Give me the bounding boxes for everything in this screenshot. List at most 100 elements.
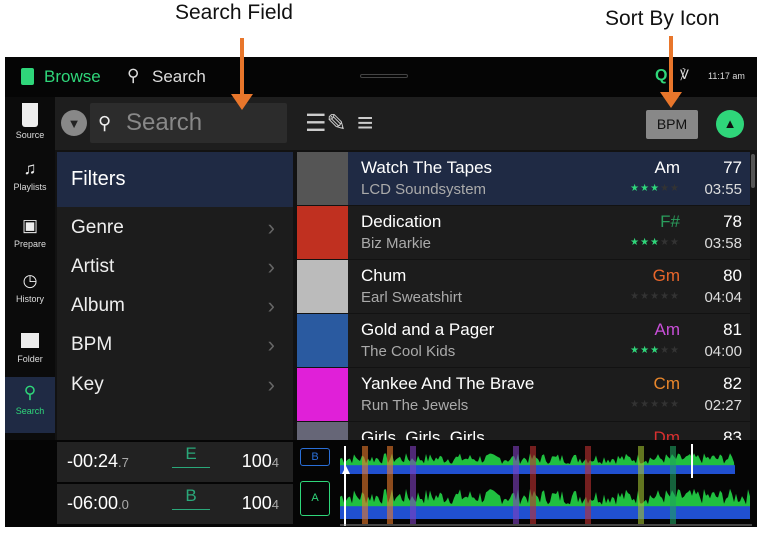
browse-tab[interactable]: Browse — [44, 67, 101, 87]
track-rating[interactable]: ★★★★★ — [630, 183, 680, 194]
dropdown-toggle-button[interactable]: ▼ — [61, 110, 87, 136]
filter-key[interactable]: Key › — [57, 365, 293, 404]
search-input[interactable]: ⚲ Search — [90, 103, 287, 143]
filter-album[interactable]: Album › — [57, 286, 293, 325]
track-artist: Biz Markie — [361, 235, 432, 252]
q-indicator: Q — [655, 67, 668, 84]
track-title: Dedication — [361, 212, 442, 231]
cue-point — [410, 446, 416, 524]
annotation-arrow-search — [231, 38, 253, 110]
list-view-icon[interactable]: ≡ — [357, 107, 373, 139]
track-row[interactable]: Yankee And The Brave Run The Jewels Cm 8… — [297, 368, 750, 421]
usb-icon — [22, 103, 38, 127]
track-list-scrollbar[interactable] — [751, 154, 755, 188]
search-icon: ⚲ — [23, 383, 37, 402]
track-row[interactable]: Chum Earl Sweatshirt Gm 80 ★★★★★ 04:04 — [297, 260, 750, 313]
sidebar-item-label: Playlists — [13, 182, 47, 192]
deck-b-info: -00:24.7 E 1004 — [57, 442, 293, 482]
prepare-icon: ▣ — [21, 216, 39, 235]
track-row[interactable]: Girls, Girls, Girls Dm 83 — [297, 422, 750, 447]
toolbar: ▼ ⚲ Search ☰✎ ≡ BPM ▲ — [55, 97, 757, 150]
sidebar-item-source[interactable]: Source — [5, 97, 55, 153]
track-artist: The Cool Kids — [361, 343, 456, 360]
playlist-icon: ♫ — [23, 159, 37, 178]
track-row[interactable]: Gold and a Pager The Cool Kids Am 81 ★★★… — [297, 314, 750, 367]
deck-a-info: -06:00.0 B 1004 — [57, 484, 293, 524]
cue-point — [670, 446, 676, 524]
chevron-right-icon: › — [267, 293, 275, 318]
waveforms — [340, 444, 752, 526]
chevron-right-icon: › — [267, 332, 275, 357]
track-title: Watch The Tapes — [361, 158, 493, 177]
filter-bpm[interactable]: BPM › — [57, 325, 293, 364]
track-key: Cm — [653, 374, 680, 393]
track-bpm: 80 — [723, 266, 742, 285]
track-artist: Run The Jewels — [361, 397, 469, 414]
filter-label: Album — [71, 295, 125, 316]
track-duration: 02:27 — [704, 397, 742, 414]
cue-point — [585, 446, 591, 524]
track-rating[interactable]: ★★★★★ — [630, 291, 680, 302]
track-rating[interactable]: ★★★★★ — [630, 237, 680, 248]
sidebar-item-playlists[interactable]: ♫ Playlists — [5, 153, 55, 209]
filter-label: Key — [71, 374, 104, 395]
cue-point — [530, 446, 536, 524]
edit-list-icon[interactable]: ☰✎ — [305, 109, 347, 138]
track-rating[interactable]: ★★★★★ — [630, 399, 680, 410]
track-title: Yankee And The Brave — [361, 374, 535, 393]
deck-bpm-decimal: 4 — [271, 497, 279, 512]
search-tab[interactable]: Search — [152, 67, 206, 87]
deck-bpm: 100 — [241, 451, 272, 471]
sidebar-item-prepare[interactable]: ▣ Prepare — [5, 210, 55, 266]
track-bpm: 77 — [723, 158, 742, 177]
track-duration: 04:00 — [704, 343, 742, 360]
filter-list: Genre › Artist › Album › BPM › Key › — [57, 207, 293, 440]
deck-key: B — [172, 486, 210, 510]
chevron-right-icon: › — [267, 254, 275, 279]
sidebar-item-label: History — [15, 294, 44, 304]
sidebar-item-search[interactable]: ⚲ Search — [5, 377, 55, 433]
cue-point — [362, 446, 368, 524]
sidebar-item-folder[interactable]: Folder — [5, 323, 55, 379]
sidebar-item-label: Folder — [17, 354, 43, 364]
filter-label: Artist — [71, 256, 115, 277]
cue-point — [513, 446, 519, 524]
deck-time: -00:24 — [67, 451, 119, 471]
track-key: Gm — [652, 266, 680, 285]
deck-b-button[interactable]: B — [300, 448, 330, 466]
track-row[interactable]: Dedication Biz Markie F# 78 ★★★★★ 03:58 — [297, 206, 750, 259]
cue-point — [638, 446, 644, 524]
track-artist: Earl Sweatshirt — [361, 289, 462, 306]
sidebar-item-label: Prepare — [13, 239, 47, 249]
sidebar-item-label: Search — [15, 406, 45, 416]
deck-bpm-decimal: 4 — [271, 455, 279, 470]
scroll-up-button[interactable]: ▲ — [716, 110, 744, 138]
waveform-blue — [340, 506, 750, 519]
annotation-search-field: Search Field — [175, 1, 293, 24]
sidebar-item-history[interactable]: ◷ History — [5, 265, 55, 321]
album-art — [297, 206, 348, 259]
sort-by-bpm-button[interactable]: BPM — [646, 110, 698, 139]
filter-genre[interactable]: Genre › — [57, 208, 293, 247]
filter-label: BPM — [71, 334, 113, 355]
drag-handle[interactable] — [360, 74, 408, 78]
chevron-right-icon: › — [267, 372, 275, 397]
track-artist: LCD Soundsystem — [361, 181, 487, 198]
track-duration: 04:04 — [704, 289, 742, 306]
track-key: F# — [660, 212, 680, 231]
track-title: Gold and a Pager — [361, 320, 495, 339]
deck-a-button[interactable]: A — [300, 481, 330, 516]
track-rating[interactable]: ★★★★★ — [630, 345, 680, 356]
cue-point — [387, 446, 393, 524]
sidebar-item-label: Source — [15, 130, 45, 140]
track-duration: 03:58 — [704, 235, 742, 252]
album-art — [297, 152, 348, 205]
track-bpm: 78 — [723, 212, 742, 231]
track-row[interactable]: Watch The Tapes LCD Soundsystem Am 77 ★★… — [297, 152, 750, 205]
deck-time: -06:00 — [67, 493, 119, 513]
album-art — [297, 422, 348, 440]
chevron-right-icon: › — [267, 215, 275, 240]
track-duration: 03:55 — [704, 181, 742, 198]
filter-artist[interactable]: Artist › — [57, 247, 293, 286]
search-placeholder: Search — [126, 109, 203, 136]
